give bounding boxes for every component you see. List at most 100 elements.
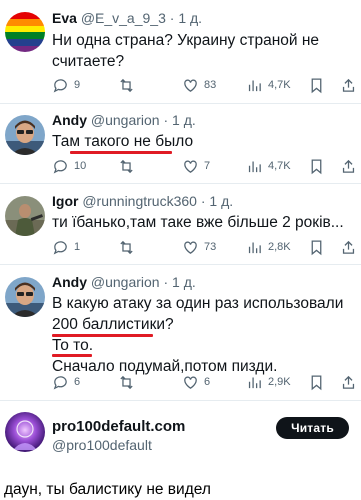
views-count: 2,8K <box>268 241 291 253</box>
author-name[interactable]: Eva <box>52 10 77 26</box>
like-button[interactable]: 7 <box>182 157 210 175</box>
avatar[interactable] <box>5 115 45 155</box>
reply-icon <box>53 240 67 254</box>
avatar[interactable] <box>5 12 45 52</box>
reply-button[interactable]: 10 <box>52 157 86 175</box>
profile-handle[interactable]: @pro100default <box>52 437 152 453</box>
profile-avatar[interactable] <box>5 412 45 452</box>
like-button[interactable]: 83 <box>182 76 216 94</box>
avatar[interactable] <box>5 196 45 236</box>
reply-button[interactable]: 6 <box>52 373 80 391</box>
tweet-actions: 1 73 2,8K <box>52 238 357 256</box>
profile-name[interactable]: pro100default.com <box>52 418 185 435</box>
bookmark-button[interactable] <box>308 238 325 256</box>
views-button[interactable]: 4,7K <box>246 76 291 94</box>
heart-icon <box>184 79 197 92</box>
author-name[interactable]: Igor <box>52 193 78 209</box>
share-icon <box>342 375 355 389</box>
views-count: 4,7K <box>268 160 291 172</box>
author-handle[interactable]: @ungarion <box>91 112 160 128</box>
tweet-actions: 9 83 4,7K <box>52 76 357 94</box>
tweet-header: Eva @E_v_a_9_3 · 1 д. <box>52 10 202 26</box>
like-button[interactable]: 73 <box>182 238 216 256</box>
tweet-header: Igor @runningtruck360 · 1 д. <box>52 193 233 209</box>
tweet-text: Ни одна страна? Украину страной не счита… <box>52 32 320 70</box>
heart-icon <box>184 160 197 173</box>
views-count: 4,7K <box>268 79 291 91</box>
reply-count: 10 <box>74 160 87 172</box>
views-button[interactable]: 4,7K <box>246 157 291 175</box>
text-line: То то. <box>52 337 94 354</box>
like-count: 73 <box>204 241 217 253</box>
views-count: 2,9K <box>268 376 291 388</box>
like-count: 83 <box>204 79 217 91</box>
views-chart-icon <box>248 242 261 253</box>
red-underline <box>70 151 172 154</box>
divider <box>0 183 361 184</box>
bookmark-button[interactable] <box>308 373 325 391</box>
bookmark-icon <box>311 374 322 390</box>
views-chart-icon <box>248 80 261 91</box>
divider <box>0 264 361 265</box>
retweet-button[interactable] <box>118 76 135 94</box>
share-icon <box>342 159 355 173</box>
author-name[interactable]: Andy <box>52 112 87 128</box>
timestamp[interactable]: · 1 д. <box>163 274 195 290</box>
share-icon <box>342 78 355 92</box>
follow-button[interactable]: Читать <box>276 417 349 439</box>
divider <box>0 103 361 104</box>
author-handle[interactable]: @ungarion <box>91 274 160 290</box>
share-button[interactable] <box>340 373 357 391</box>
red-underline <box>52 334 153 337</box>
heart-icon <box>184 241 197 254</box>
author-handle[interactable]: @runningtruck360 <box>82 193 197 209</box>
retweet-icon <box>120 240 133 254</box>
author-name[interactable]: Andy <box>52 274 87 290</box>
tweet-text: Там такого не было <box>52 133 194 150</box>
bookmark-button[interactable] <box>308 76 325 94</box>
views-button[interactable]: 2,8K <box>246 238 291 256</box>
bookmark-icon <box>311 239 322 255</box>
tweet-header: Andy @ungarion · 1 д. <box>52 274 196 290</box>
timestamp[interactable]: · 1 д. <box>163 112 195 128</box>
retweet-button[interactable] <box>118 238 135 256</box>
reply-icon <box>53 159 67 173</box>
heart-icon <box>184 376 197 389</box>
views-chart-icon <box>248 161 261 172</box>
reply-count: 1 <box>74 241 81 253</box>
tweet-actions: 6 6 2,9K <box>52 373 357 391</box>
reply-icon <box>53 375 67 389</box>
red-underline <box>52 354 92 357</box>
tweet-actions: 10 7 4,7K <box>52 157 357 175</box>
timestamp[interactable]: · 1 д. <box>201 193 233 209</box>
share-button[interactable] <box>340 157 357 175</box>
views-button[interactable]: 2,9K <box>246 373 291 391</box>
reply-count: 6 <box>74 376 81 388</box>
author-handle[interactable]: @E_v_a_9_3 <box>81 10 166 26</box>
timestamp[interactable]: · 1 д. <box>170 10 202 26</box>
like-button[interactable]: 6 <box>182 373 210 391</box>
text-line: В какую атаку за один раз иcпользовали <box>52 295 344 312</box>
like-count: 7 <box>204 160 211 172</box>
like-count: 6 <box>204 376 211 388</box>
divider <box>0 400 361 401</box>
views-chart-icon <box>248 377 261 388</box>
retweet-button[interactable] <box>118 157 135 175</box>
text-line: 200 баллистики? <box>52 316 174 333</box>
tweet-header: Andy @ungarion · 1 д. <box>52 112 196 128</box>
retweet-icon <box>120 159 133 173</box>
tweet-text: ти їбанько,там таке вже більше 2 років..… <box>52 214 344 231</box>
share-button[interactable] <box>340 238 357 256</box>
reply-button[interactable]: 1 <box>52 238 80 256</box>
bookmark-icon <box>311 77 322 93</box>
share-button[interactable] <box>340 76 357 94</box>
avatar[interactable] <box>5 277 45 317</box>
bookmark-button[interactable] <box>308 157 325 175</box>
retweet-icon <box>120 78 133 92</box>
caption-text: даун, ты балистику не видел <box>4 481 211 498</box>
retweet-button[interactable] <box>118 373 135 391</box>
reply-button[interactable]: 9 <box>52 76 80 94</box>
share-icon <box>342 240 355 254</box>
reply-count: 9 <box>74 79 81 91</box>
bookmark-icon <box>311 158 322 174</box>
